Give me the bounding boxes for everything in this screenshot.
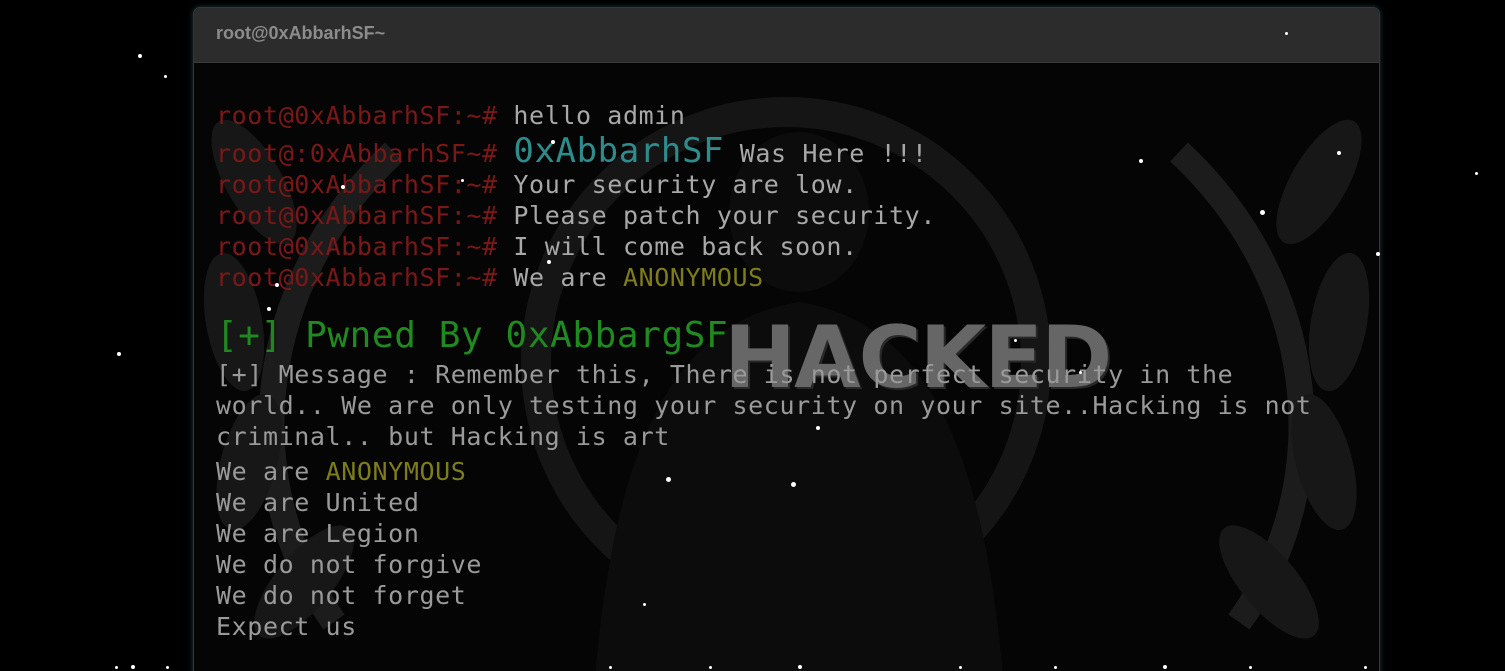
- motto-text: We are: [216, 457, 310, 486]
- prompt: root@:0xAbbarhSF~#: [216, 139, 498, 168]
- motto-line: We do not forget: [216, 581, 467, 610]
- command-text: Was Here !!!: [739, 139, 928, 168]
- terminal-output: root@0xAbbarhSF:~# hello admin root@:0xA…: [216, 100, 1356, 642]
- star-dot: [165, 665, 169, 669]
- terminal-line: root@0xAbbarhSF:~# We are ANONYMOUS: [216, 262, 1356, 293]
- star-dot: [131, 665, 135, 669]
- window-title: root@0xAbbarhSF~: [216, 23, 386, 43]
- pwned-banner: [+] Pwned By 0xAbbargSF: [216, 315, 729, 356]
- terminal-line: root@:0xAbbarhSF~# 0xAbbarhSF Was Here !…: [216, 133, 1356, 169]
- star-dot: [114, 665, 118, 669]
- command-text: Your security are low.: [513, 170, 858, 199]
- star-dot: [117, 352, 121, 356]
- star-dot: [138, 54, 142, 58]
- command-text: I will come back soon.: [513, 232, 858, 261]
- anonymous-highlight: ANONYMOUS: [325, 457, 467, 486]
- terminal-line: root@0xAbbarhSF:~# Please patch your sec…: [216, 200, 1356, 231]
- prompt: root@0xAbbarhSF:~#: [216, 232, 498, 261]
- prompt: root@0xAbbarhSF:~#: [216, 263, 498, 292]
- motto-line: Expect us: [216, 612, 357, 641]
- star-dot: [163, 74, 167, 78]
- anonymous-highlight: ANONYMOUS: [622, 263, 764, 292]
- brand-name: 0xAbbarhSF: [513, 131, 725, 171]
- terminal-window: root@0xAbbarhSF~ HACKED root@0xAbbarhSF:…: [193, 7, 1380, 671]
- prompt: root@0xAbbarhSF:~#: [216, 170, 498, 199]
- terminal-line: root@0xAbbarhSF:~# Your security are low…: [216, 169, 1356, 200]
- terminal-line: root@0xAbbarhSF:~# hello admin: [216, 100, 1356, 131]
- motto-line: We are ANONYMOUS: [216, 456, 1356, 487]
- motto-line: We do not forgive: [216, 550, 483, 579]
- motto-line: We are United: [216, 488, 420, 517]
- command-text: We are: [513, 263, 608, 292]
- motto-line: We are Legion: [216, 519, 420, 548]
- prompt: root@0xAbbarhSF:~#: [216, 101, 498, 130]
- prompt: root@0xAbbarhSF:~#: [216, 201, 498, 230]
- command-text: hello admin: [513, 101, 686, 130]
- terminal-line: root@0xAbbarhSF:~# I will come back soon…: [216, 231, 1356, 262]
- hack-message: [+] Message : Remember this, There is no…: [216, 360, 1312, 451]
- star-dot: [1474, 171, 1478, 175]
- command-text: Please patch your security.: [513, 201, 936, 230]
- window-titlebar: root@0xAbbarhSF~: [194, 8, 1379, 63]
